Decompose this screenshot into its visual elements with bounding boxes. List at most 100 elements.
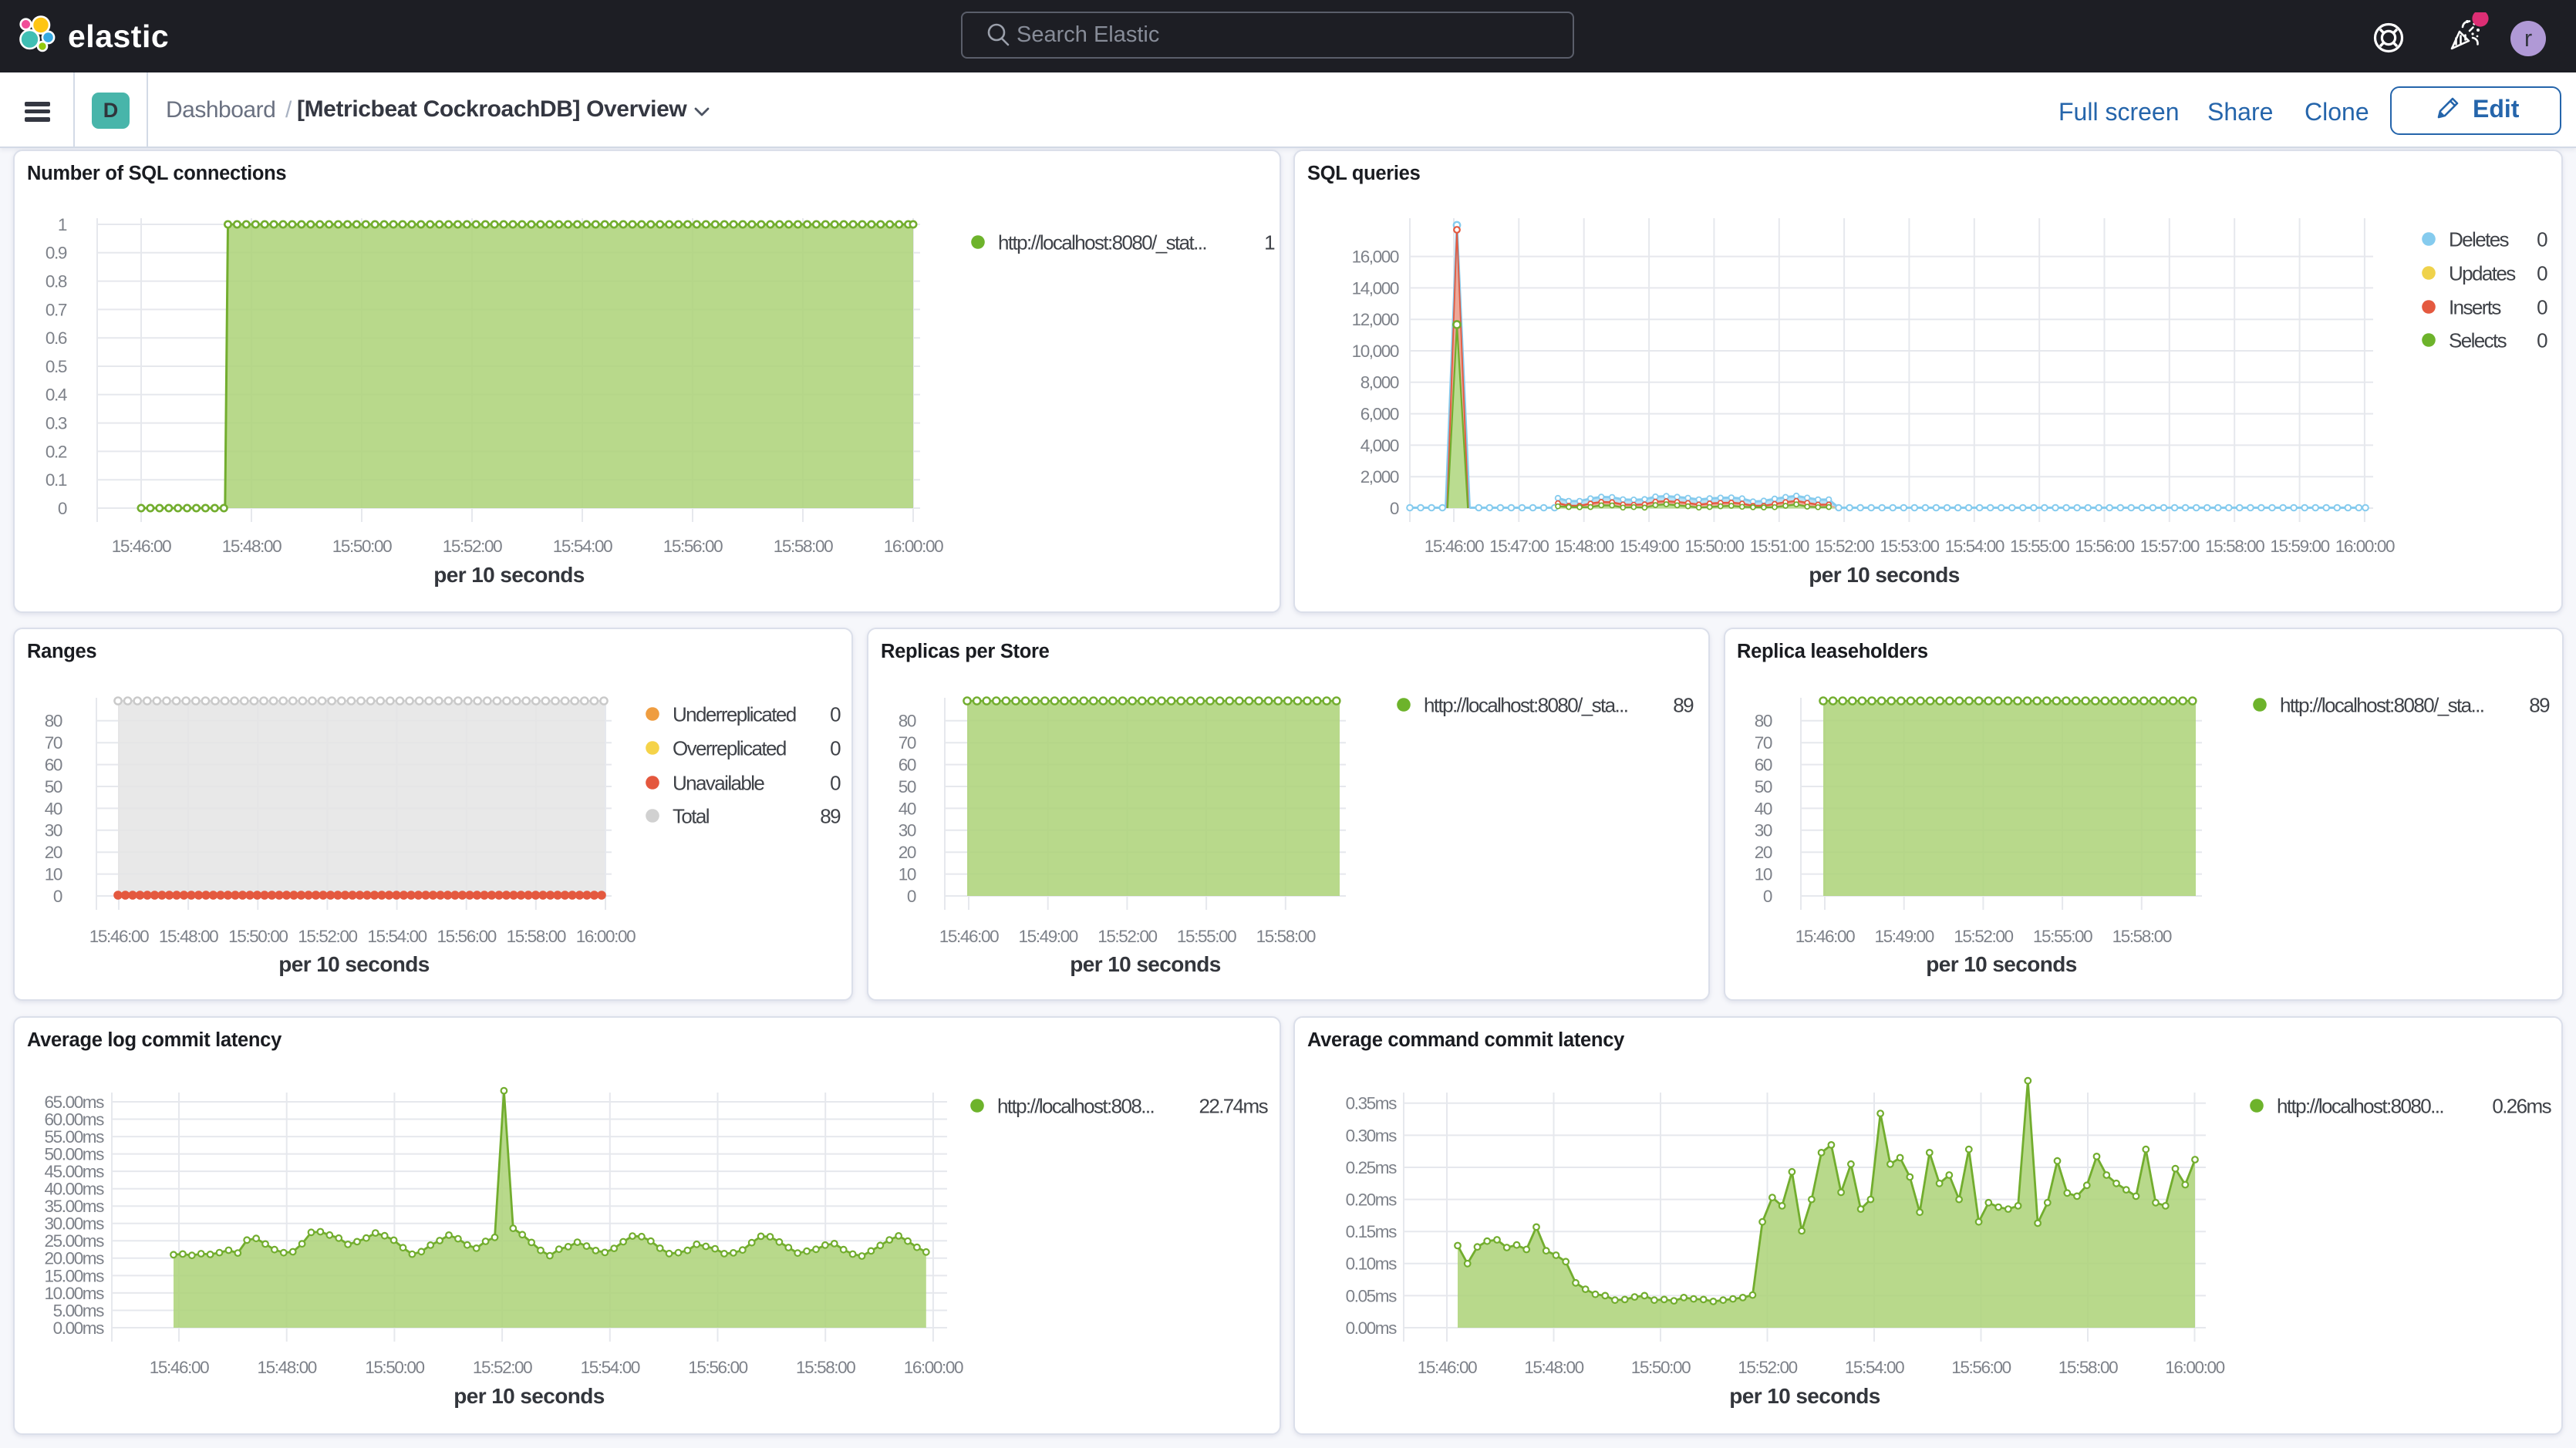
svg-text:15:58:00: 15:58:00 (796, 1358, 855, 1377)
svg-text:per 10 seconds: per 10 seconds (453, 1384, 605, 1408)
svg-text:http://localhost:8080...: http://localhost:8080... (2277, 1094, 2443, 1117)
svg-text:15:46:00: 15:46:00 (1795, 927, 1855, 946)
svg-text:15:56:00: 15:56:00 (437, 927, 497, 946)
svg-text:15:52:00: 15:52:00 (1815, 537, 1874, 556)
svg-text:15:58:00: 15:58:00 (2205, 537, 2264, 556)
svg-text:55.00ms: 55.00ms (45, 1127, 105, 1147)
svg-text:15:49:00: 15:49:00 (1019, 927, 1078, 946)
svg-text:40: 40 (899, 799, 916, 818)
svg-text:15:46:00: 15:46:00 (89, 927, 149, 946)
svg-text:89: 89 (1673, 693, 1694, 716)
svg-text:10,000: 10,000 (1352, 342, 1399, 361)
svg-text:30: 30 (45, 821, 62, 840)
svg-text:80: 80 (1755, 712, 1772, 731)
svg-text:0.1: 0.1 (46, 470, 67, 490)
svg-text:Overreplicated: Overreplicated (673, 736, 786, 759)
svg-text:15:54:00: 15:54:00 (1845, 1358, 1904, 1377)
svg-text:70: 70 (899, 733, 916, 753)
svg-text:0.05ms: 0.05ms (1346, 1286, 1398, 1305)
svg-text:0.26ms: 0.26ms (2492, 1094, 2551, 1117)
svg-text:40: 40 (45, 799, 62, 818)
svg-text:15:55:00: 15:55:00 (1177, 927, 1236, 946)
svg-text:60.00ms: 60.00ms (45, 1110, 105, 1129)
svg-text:16:00:00: 16:00:00 (576, 927, 636, 946)
svg-text:per 10 seconds: per 10 seconds (278, 952, 430, 976)
svg-text:15:54:00: 15:54:00 (367, 927, 427, 946)
svg-text:15:46:00: 15:46:00 (112, 537, 171, 556)
svg-text:15:54:00: 15:54:00 (581, 1358, 640, 1377)
svg-text:15:55:00: 15:55:00 (2010, 537, 2069, 556)
svg-text:65.00ms: 65.00ms (45, 1093, 105, 1112)
svg-text:15:56:00: 15:56:00 (688, 1358, 747, 1377)
svg-text:Ranges: Ranges (27, 641, 96, 662)
svg-text:8,000: 8,000 (1360, 373, 1399, 392)
svg-text:0.30ms: 0.30ms (1346, 1126, 1398, 1145)
svg-text:Number of SQL connections: Number of SQL connections (27, 163, 286, 184)
svg-text:15:48:00: 15:48:00 (222, 537, 282, 556)
svg-text:40: 40 (1755, 799, 1772, 818)
svg-text:60: 60 (1755, 756, 1772, 775)
svg-text:per 10 seconds: per 10 seconds (433, 563, 585, 587)
svg-text:20: 20 (45, 843, 62, 862)
svg-text:per 10 seconds: per 10 seconds (1926, 952, 2077, 976)
svg-text:80: 80 (899, 712, 916, 731)
svg-text:15:49:00: 15:49:00 (1875, 927, 1934, 946)
svg-text:15:52:00: 15:52:00 (1738, 1358, 1797, 1377)
svg-text:0.10ms: 0.10ms (1346, 1254, 1398, 1274)
svg-text:0: 0 (2537, 261, 2547, 285)
svg-text:15:52:00: 15:52:00 (443, 537, 502, 556)
svg-text:per 10 seconds: per 10 seconds (1729, 1384, 1880, 1408)
svg-text:Underreplicated: Underreplicated (673, 702, 796, 726)
svg-text:6,000: 6,000 (1360, 405, 1399, 424)
svg-text:15:50:00: 15:50:00 (1684, 537, 1744, 556)
svg-text:15:52:00: 15:52:00 (1954, 927, 2013, 946)
svg-text:15:58:00: 15:58:00 (507, 927, 566, 946)
svg-text:1: 1 (1264, 231, 1275, 254)
svg-text:http://localhost:8080/_sta...: http://localhost:8080/_sta... (2280, 693, 2483, 716)
svg-text:16:00:00: 16:00:00 (904, 1358, 963, 1377)
svg-text:30: 30 (899, 821, 916, 840)
svg-text:25.00ms: 25.00ms (45, 1231, 105, 1251)
svg-text:12,000: 12,000 (1352, 310, 1399, 329)
svg-text:0: 0 (1763, 887, 1772, 906)
svg-text:35.00ms: 35.00ms (45, 1197, 105, 1216)
svg-text:89: 89 (2529, 693, 2550, 716)
svg-text:15:51:00: 15:51:00 (1750, 537, 1809, 556)
svg-text:15:46:00: 15:46:00 (150, 1358, 209, 1377)
svg-text:http://localhost:8080/_sta...: http://localhost:8080/_sta... (1424, 693, 1627, 716)
svg-text:16,000: 16,000 (1352, 248, 1399, 267)
svg-text:15:58:00: 15:58:00 (2112, 927, 2172, 946)
svg-text:4,000: 4,000 (1360, 436, 1399, 455)
svg-text:15:59:00: 15:59:00 (2270, 537, 2329, 556)
svg-text:15:53:00: 15:53:00 (1880, 537, 1939, 556)
svg-text:0.5: 0.5 (46, 357, 67, 376)
svg-text:Total: Total (673, 804, 710, 827)
svg-text:0.3: 0.3 (46, 414, 67, 433)
svg-text:15:48:00: 15:48:00 (1524, 1358, 1583, 1377)
svg-text:Average command commit latency: Average command commit latency (1307, 1029, 1625, 1051)
svg-text:60: 60 (899, 756, 916, 775)
svg-text:Updates: Updates (2449, 261, 2516, 285)
svg-text:0.7: 0.7 (46, 300, 67, 319)
svg-text:15:48:00: 15:48:00 (258, 1358, 317, 1377)
svg-text:89: 89 (820, 804, 841, 827)
svg-text:15:48:00: 15:48:00 (159, 927, 218, 946)
svg-text:Average log commit latency: Average log commit latency (27, 1029, 282, 1051)
svg-text:20.00ms: 20.00ms (45, 1249, 105, 1268)
svg-text:per 10 seconds: per 10 seconds (1070, 952, 1221, 976)
svg-text:70: 70 (1755, 733, 1772, 753)
svg-text:70: 70 (45, 733, 62, 753)
svg-text:15:46:00: 15:46:00 (1425, 537, 1484, 556)
svg-text:Deletes: Deletes (2449, 227, 2510, 251)
svg-text:0.8: 0.8 (46, 272, 67, 291)
svg-text:20: 20 (899, 843, 916, 862)
svg-text:1: 1 (58, 215, 67, 234)
svg-text:Replica leaseholders: Replica leaseholders (1737, 641, 1928, 662)
svg-text:15:56:00: 15:56:00 (663, 537, 723, 556)
svg-text:0: 0 (907, 887, 916, 906)
svg-text:15:54:00: 15:54:00 (1945, 537, 2004, 556)
svg-text:15:56:00: 15:56:00 (1951, 1358, 2011, 1377)
svg-text:0: 0 (1390, 499, 1399, 518)
svg-text:SQL queries: SQL queries (1307, 163, 1421, 184)
svg-text:0.35ms: 0.35ms (1346, 1094, 1398, 1113)
